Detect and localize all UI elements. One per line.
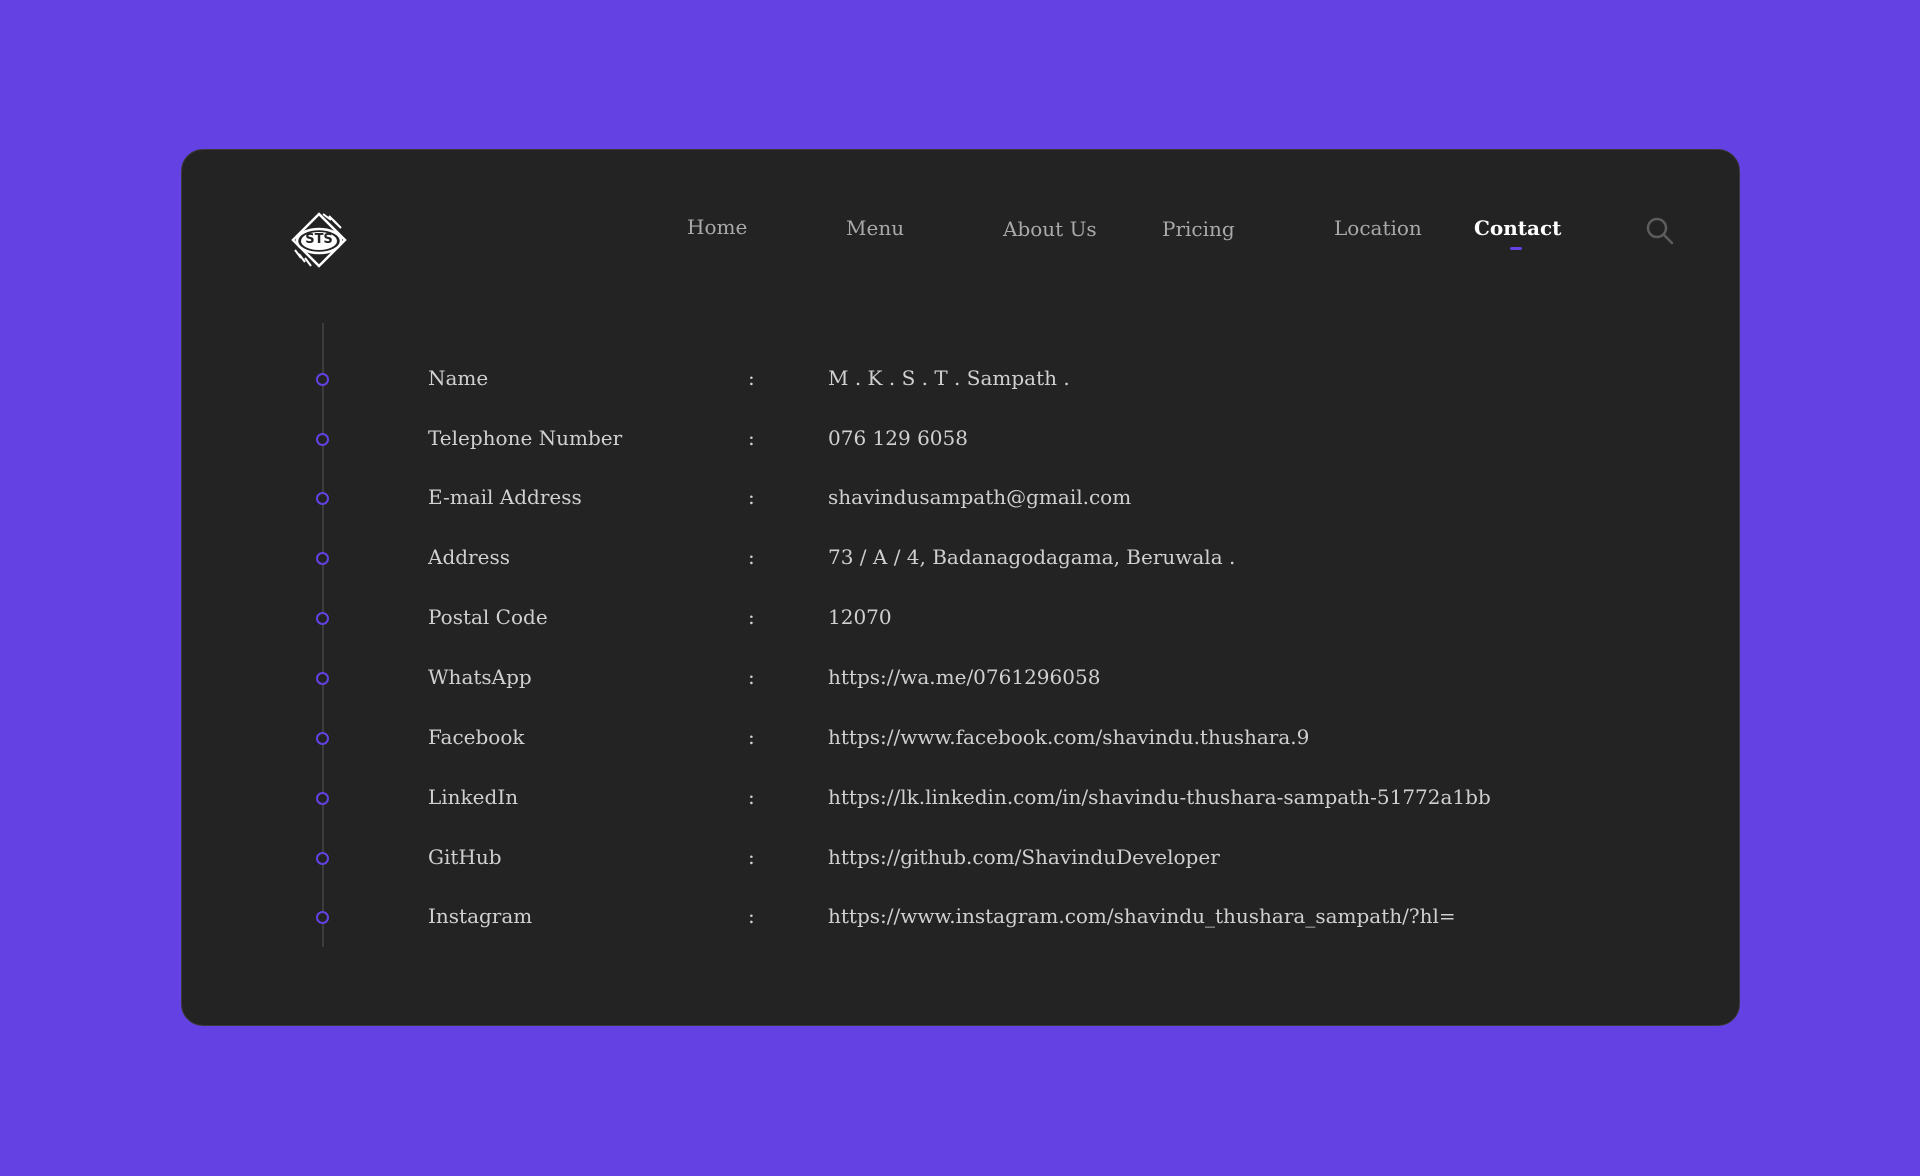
contact-value-link[interactable]: shavindusampath@gmail.com [828,479,1131,515]
contact-separator: : [748,785,755,809]
contact-row-name: Name : M . K . S . T . Sampath . [182,360,1741,400]
contact-separator: : [748,426,755,450]
nav-menu[interactable]: Menu [846,216,904,240]
logo-text: STS [305,232,333,247]
contact-value-link[interactable]: https://www.facebook.com/shavindu.thusha… [828,719,1309,755]
contact-separator: : [748,605,755,629]
timeline-dot [316,492,329,505]
nav-contact[interactable]: Contact [1474,216,1561,240]
contact-separator: : [748,725,755,749]
contact-value-link[interactable]: https://www.instagram.com/shavindu_thush… [828,898,1456,934]
nav-pricing[interactable]: Pricing [1162,217,1235,241]
timeline-dot [316,792,329,805]
contact-separator: : [748,904,755,928]
contact-label: Telephone Number [428,426,623,450]
contact-value: 73 / A / 4, Badanagodagama, Beruwala . [828,545,1236,569]
contact-separator: : [748,485,755,509]
timeline-dot [316,852,329,865]
nav-location[interactable]: Location [1334,216,1422,240]
contact-label: Instagram [428,904,533,928]
contact-label: Postal Code [428,605,548,629]
contact-row-telephone: Telephone Number : 076 129 6058 [182,420,1741,460]
contact-label: Name [428,366,489,390]
timeline-dot [316,612,329,625]
contact-row-linkedin: LinkedIn : https://lk.linkedin.com/in/sh… [182,779,1741,819]
nav-home[interactable]: Home [687,215,747,239]
timeline-dot [316,373,329,386]
contact-row-email: E-mail Address : shavindusampath@gmail.c… [182,479,1741,519]
contact-label: Facebook [428,725,525,749]
nav-active-indicator [1510,247,1522,250]
contact-separator: : [748,845,755,869]
contact-separator: : [748,665,755,689]
contact-card: STS Home Menu About Us Pricing Location … [181,149,1740,1026]
contact-value-link[interactable]: https://lk.linkedin.com/in/shavindu-thus… [828,779,1491,815]
contact-row-postal-code: Postal Code : 12070 [182,599,1741,639]
contact-value-link[interactable]: https://github.com/ShavinduDeveloper [828,839,1220,875]
contact-row-address: Address : 73 / A / 4, Badanagodagama, Be… [182,539,1741,579]
contact-separator: : [748,366,755,390]
timeline-dot [316,911,329,924]
contact-separator: : [748,545,755,569]
timeline-dot [316,552,329,565]
contact-label: E-mail Address [428,485,582,509]
sts-logo[interactable]: STS [289,210,349,270]
timeline-dot [316,433,329,446]
contact-value: 12070 [828,605,892,629]
contact-value: M . K . S . T . Sampath . [828,366,1070,390]
contact-row-github: GitHub : https://github.com/ShavinduDeve… [182,839,1741,879]
contact-row-instagram: Instagram : https://www.instagram.com/sh… [182,898,1741,938]
contact-value-link[interactable]: https://wa.me/0761296058 [828,659,1100,695]
nav-about-us[interactable]: About Us [1003,217,1097,241]
timeline-dot [316,732,329,745]
contact-label: WhatsApp [428,665,532,689]
search-icon[interactable] [1645,216,1675,246]
contact-row-facebook: Facebook : https://www.facebook.com/shav… [182,719,1741,759]
timeline-dot [316,672,329,685]
contact-label: GitHub [428,845,502,869]
contact-row-whatsapp: WhatsApp : https://wa.me/0761296058 [182,659,1741,699]
contact-label: LinkedIn [428,785,519,809]
contact-label: Address [428,545,510,569]
contact-value: 076 129 6058 [828,426,968,450]
